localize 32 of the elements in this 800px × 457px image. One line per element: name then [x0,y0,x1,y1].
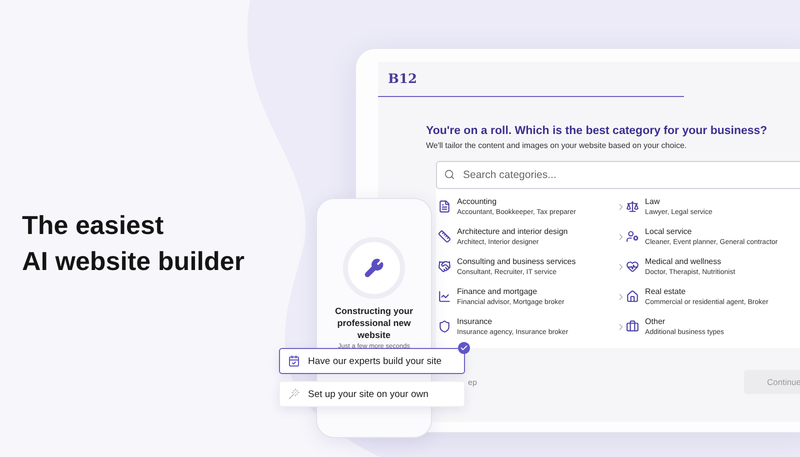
category-title: Finance and mortgage [457,287,538,296]
person-gear-icon [626,230,640,243]
option-card[interactable]: Set up your site on your own [279,381,465,407]
category-title: Consulting and business services [457,257,577,266]
briefcase-icon [626,320,640,333]
question-heading: You're on a roll. Which is the best category for your business? [426,125,768,137]
phone-title: Constructing your professional new website [334,305,414,341]
search-field[interactable]: Search categories... [436,161,800,189]
house-icon [626,290,640,303]
calendar-icon [288,355,300,367]
ruler-icon [438,230,451,243]
headline: AI website builder [22,246,244,276]
wrench-icon [364,258,384,278]
subheading: We'll tailor the content and images on your website based on your choice. [426,141,688,150]
category-title: Insurance [457,317,494,326]
category-title: Accounting [457,197,498,206]
handshake-icon [438,260,451,273]
shield-icon [438,320,451,333]
category-title: Law [645,197,661,206]
wand-icon [288,388,300,400]
chart-icon [438,290,451,303]
option-card[interactable]: Have our experts build your site [279,348,465,374]
category-title: Architecture and interior design [457,227,569,236]
headline: The easiest [22,210,165,240]
category-title: Medical and wellness [645,257,722,266]
category-title: Other [645,317,666,326]
scales-icon [626,200,640,213]
heart-icon [626,260,640,273]
search-icon [444,169,455,180]
logo: B12 [388,72,418,87]
category-title: Real estate [645,287,687,296]
category-title: Local service [645,227,693,236]
